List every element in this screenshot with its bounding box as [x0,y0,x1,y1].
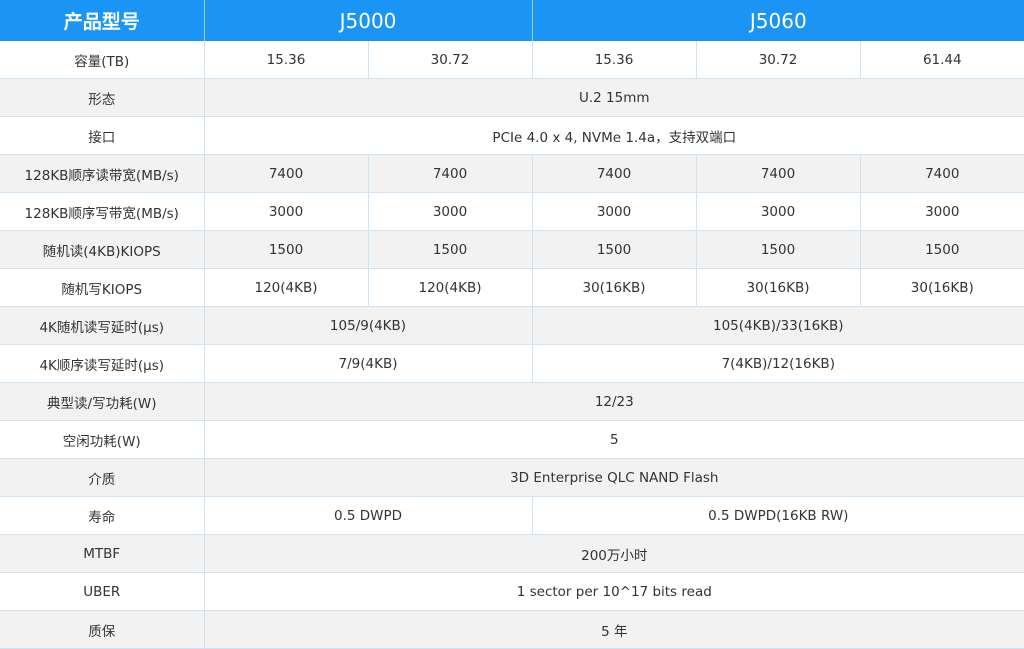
table-cell: 3D Enterprise QLC NAND Flash [203,458,1024,497]
header-row: 产品型号 J5000 J5060 [0,0,1024,41]
table-row: 128KB顺序读带宽(MB/s) 7400 7400 7400 7400 740… [0,154,1024,193]
table-header: 产品型号 J5000 J5060 [0,0,1024,41]
table-cell: 12/23 [203,382,1024,421]
table-row: 4K随机读写延时(μs) 105/9(4KB) 105(4KB)/33(16KB… [0,306,1024,345]
row-label: 典型读/写功耗(W) [0,382,205,421]
table-cell: 30(16KB) [695,268,861,307]
table-cell: 3000 [531,192,697,231]
table-cell: 1500 [203,230,369,269]
table-cell: 1500 [859,230,1024,269]
table-row: 随机读(4KB)KIOPS 1500 1500 1500 1500 1500 [0,230,1024,269]
table-row: UBER 1 sector per 10^17 bits read [0,572,1024,611]
table-cell: 7400 [203,154,369,193]
table-cell: 105(4KB)/33(16KB) [531,306,1024,345]
table-cell: 30(16KB) [859,268,1024,307]
table-cell: 3000 [367,192,533,231]
table-row: 质保 5 年 [0,610,1024,649]
model-j5000: J5000 [204,0,533,41]
row-label: 接口 [0,116,205,155]
table-body: 容量(TB) 15.36 30.72 15.36 30.72 61.44 形态 … [0,41,1024,649]
table-cell: PCIe 4.0 x 4, NVMe 1.4a，支持双端口 [203,116,1024,155]
row-label: 质保 [0,610,205,649]
row-label: UBER [0,572,205,611]
table-cell: 7400 [531,154,697,193]
table-cell: 200万小时 [203,534,1024,573]
table-cell: 15.36 [531,41,697,79]
table-cell: 120(4KB) [367,268,533,307]
table-cell: 3000 [859,192,1024,231]
table-cell: 30.72 [367,41,533,79]
table-cell: 15.36 [203,41,369,79]
table-row: 接口 PCIe 4.0 x 4, NVMe 1.4a，支持双端口 [0,116,1024,155]
table-cell: 0.5 DWPD(16KB RW) [531,496,1024,535]
table-row: 形态 U.2 15mm [0,78,1024,117]
table-cell: 7400 [859,154,1024,193]
table-row: 容量(TB) 15.36 30.72 15.36 30.72 61.44 [0,41,1024,79]
table-row: 随机写KIOPS 120(4KB) 120(4KB) 30(16KB) 30(1… [0,268,1024,307]
table-cell: 0.5 DWPD [203,496,533,535]
row-label: 容量(TB) [0,41,205,79]
table-row: 典型读/写功耗(W) 12/23 [0,382,1024,421]
table-row: 介质 3D Enterprise QLC NAND Flash [0,458,1024,497]
row-label: 寿命 [0,496,205,535]
table-cell: 5 年 [203,610,1024,649]
table-cell: U.2 15mm [203,78,1024,117]
table-cell: 3000 [695,192,861,231]
table-row: 空闲功耗(W) 5 [0,420,1024,459]
row-label: 4K随机读写延时(μs) [0,306,205,345]
table-cell: 1500 [531,230,697,269]
table-cell: 5 [203,420,1024,459]
table-cell: 30(16KB) [531,268,697,307]
row-label: 4K顺序读写延时(μs) [0,344,205,383]
row-label: 随机读(4KB)KIOPS [0,230,205,269]
table-row: MTBF 200万小时 [0,534,1024,573]
row-label: 128KB顺序读带宽(MB/s) [0,154,205,193]
table-cell: 120(4KB) [203,268,369,307]
table-row: 寿命 0.5 DWPD 0.5 DWPD(16KB RW) [0,496,1024,535]
row-label: 128KB顺序写带宽(MB/s) [0,192,205,231]
table-cell: 1 sector per 10^17 bits read [203,572,1024,611]
table-cell: 105/9(4KB) [203,306,533,345]
row-label: MTBF [0,534,205,573]
row-label: 随机写KIOPS [0,268,205,307]
table-cell: 7(4KB)/12(16KB) [531,344,1024,383]
row-label: 介质 [0,458,205,497]
table-cell: 61.44 [859,41,1024,79]
table-cell: 1500 [367,230,533,269]
table-cell: 30.72 [695,41,861,79]
table-row: 4K顺序读写延时(μs) 7/9(4KB) 7(4KB)/12(16KB) [0,344,1024,383]
table-cell: 3000 [203,192,369,231]
row-label: 空闲功耗(W) [0,420,205,459]
header-label: 产品型号 [0,0,205,41]
table-row: 128KB顺序写带宽(MB/s) 3000 3000 3000 3000 300… [0,192,1024,231]
table-cell: 7400 [695,154,861,193]
table-cell: 7400 [367,154,533,193]
row-label: 形态 [0,78,205,117]
spec-table: 产品型号 J5000 J5060 容量(TB) 15.36 30.72 15.3… [0,0,1024,649]
table-cell: 1500 [695,230,861,269]
table-cell: 7/9(4KB) [203,344,533,383]
model-j5060: J5060 [532,0,1024,41]
